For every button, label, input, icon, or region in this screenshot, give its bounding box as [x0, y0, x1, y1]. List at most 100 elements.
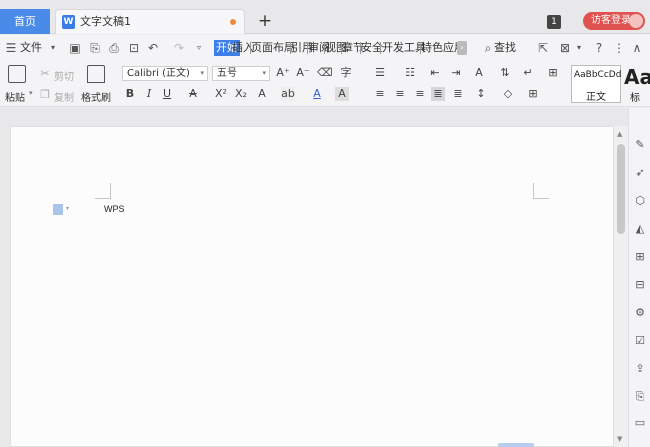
align-center-icon[interactable]: ≡ [393, 87, 407, 101]
document-tab[interactable]: W 文字文稿1 [55, 9, 245, 34]
document-text[interactable]: WPS [104, 204, 125, 214]
guest-login-label: 访客登录 [591, 15, 631, 26]
line-spacing-icon[interactable]: ↕ [474, 87, 488, 101]
style-normal-label: 正文 [586, 92, 606, 103]
grow-font-icon[interactable]: A⁺ [276, 66, 290, 80]
scroll-up-icon[interactable]: ▲ [617, 130, 622, 138]
style-heading-label: 标 [630, 93, 640, 104]
cut-button[interactable]: 剪切 [54, 68, 74, 83]
strikethrough-icon[interactable]: A [186, 87, 200, 101]
font-size-select[interactable]: 五号 ▾ [212, 66, 270, 81]
redo-icon[interactable]: ↷ [172, 41, 186, 55]
text-effect-icon[interactable]: A [255, 87, 269, 101]
table-grid-icon[interactable]: ⊞ [546, 66, 560, 80]
home-tab[interactable]: 首页 [0, 9, 50, 34]
share-icon[interactable]: ⇱ [536, 41, 550, 55]
show-marks-icon[interactable]: ↵ [521, 66, 535, 80]
chevron-down-icon[interactable]: ▾ [66, 205, 69, 212]
settings-sliders-icon[interactable]: ⚙ [633, 306, 647, 320]
status-bar-indicator [498, 443, 534, 447]
table-icon[interactable]: ⊞ [633, 250, 647, 264]
document-canvas: ▾ WPS [0, 108, 628, 447]
underline-icon[interactable]: U [160, 87, 174, 101]
select-cursor-icon[interactable]: ➶ [633, 166, 647, 180]
format-painter-icon[interactable] [87, 65, 105, 83]
avatar [629, 14, 643, 28]
scroll-down-icon[interactable]: ▼ [617, 435, 622, 443]
character-shading-icon[interactable]: A [335, 87, 349, 101]
apps-grid-icon[interactable]: ⊟ [633, 278, 647, 292]
archive-icon[interactable]: ▭ [633, 416, 647, 430]
window-count-badge[interactable]: 1 [547, 15, 561, 29]
print-icon[interactable]: ⎙ [107, 41, 121, 55]
collaborate-dropdown-icon[interactable]: ▾ [572, 41, 586, 55]
margin-corner-mark [95, 183, 111, 199]
increase-indent-icon[interactable]: ⇥ [449, 66, 463, 80]
bullet-list-icon[interactable]: ☰ [373, 66, 387, 80]
sort-icon[interactable]: ⇅ [498, 66, 512, 80]
chinese-layout-icon[interactable]: A [472, 66, 486, 80]
paste-icon[interactable] [8, 65, 26, 83]
paste-dropdown-icon[interactable]: ▾ [29, 89, 33, 97]
search-button[interactable]: 查找 [494, 35, 516, 61]
print-preview-icon[interactable]: ⊡ [127, 41, 141, 55]
scrollbar-thumb[interactable] [617, 144, 625, 234]
align-right-icon[interactable]: ≡ [413, 87, 427, 101]
shrink-font-icon[interactable]: A⁻ [296, 66, 310, 80]
cut-icon[interactable]: ✂ [38, 67, 52, 81]
superscript-icon[interactable]: X² [214, 87, 228, 101]
export-icon[interactable]: ⇪ [633, 362, 647, 376]
italic-icon[interactable]: I [142, 87, 156, 101]
collaborate-icon[interactable]: ⊠ [558, 41, 572, 55]
search-icon[interactable]: ⌕ [481, 41, 495, 55]
numbered-list-icon[interactable]: ☷ [403, 66, 417, 80]
document-page[interactable]: ▾ WPS [10, 126, 614, 447]
justify-icon[interactable]: ≣ [431, 87, 445, 101]
guest-login-button[interactable]: 访客登录 [583, 12, 645, 30]
chevron-down-icon[interactable]: ▾ [46, 41, 60, 55]
decrease-indent-icon[interactable]: ⇤ [428, 66, 442, 80]
align-left-icon[interactable]: ≡ [373, 87, 387, 101]
phonetic-guide-icon[interactable]: 字 [339, 66, 353, 80]
style-heading-sample: Aa [624, 65, 650, 89]
borders-icon[interactable]: ⊞ [526, 87, 540, 101]
style-normal[interactable]: AaBbCcDd 正文 [571, 65, 621, 103]
shading-icon[interactable]: ◇ [501, 87, 515, 101]
style-icon[interactable]: ◭ [633, 222, 647, 236]
export-pdf-icon[interactable]: ⎘ [88, 41, 102, 55]
customize-toolbar-icon[interactable]: ▿ [192, 41, 206, 55]
collapse-ribbon-icon[interactable]: ∧ [630, 41, 644, 55]
paragraph-layout-icon[interactable] [53, 204, 63, 215]
document-check-icon[interactable]: ☑ [633, 334, 647, 348]
format-painter-button[interactable]: 格式刷 [81, 89, 111, 104]
copy-icon[interactable]: ❐ [38, 88, 52, 102]
pen-icon[interactable]: ✎ [633, 138, 647, 152]
hamburger-menu-icon[interactable]: ☰ [4, 41, 18, 55]
distributed-icon[interactable]: ≣ [451, 87, 465, 101]
unsaved-dot-icon [230, 19, 236, 25]
style-normal-sample: AaBbCcDd [574, 70, 622, 80]
subscript-icon[interactable]: X₂ [234, 87, 248, 101]
backup-icon[interactable]: ⎘ [633, 390, 647, 404]
menu-bar: ☰ 文件 ▾ ▣ ⎘ ⎙ ⊡ ↶ ↷ ▿ 开始 插入 页面布局 引用 审阅 视图… [0, 35, 650, 61]
paste-button[interactable]: 粘贴 [5, 89, 25, 104]
font-color-icon[interactable]: A [310, 87, 324, 101]
font-name-select[interactable]: Calibri (正文) ▾ [122, 66, 208, 81]
bold-icon[interactable]: B [123, 87, 137, 101]
save-icon[interactable]: ▣ [68, 41, 82, 55]
highlight-icon[interactable]: ab [281, 87, 295, 101]
more-options-icon[interactable]: ⋮ [612, 41, 626, 55]
vertical-scrollbar[interactable]: ▲ ▼ [614, 126, 628, 447]
font-name-value: Calibri (正文) [127, 68, 190, 79]
clear-format-icon[interactable]: ⌫ [317, 66, 333, 80]
file-menu[interactable]: 文件 [20, 35, 42, 61]
style-heading[interactable]: Aa 标 [624, 65, 650, 104]
copy-button[interactable]: 复制 [54, 89, 74, 104]
shapes-icon[interactable]: ⬡ [633, 194, 647, 208]
help-button[interactable]: ? [592, 41, 606, 55]
margin-corner-mark [533, 183, 549, 199]
undo-icon[interactable]: ↶ [146, 41, 160, 55]
new-tab-button[interactable]: + [255, 11, 275, 31]
tab-scroll-right-icon[interactable]: › [457, 41, 467, 55]
tab-page-layout[interactable]: 页面布局 [251, 35, 295, 61]
